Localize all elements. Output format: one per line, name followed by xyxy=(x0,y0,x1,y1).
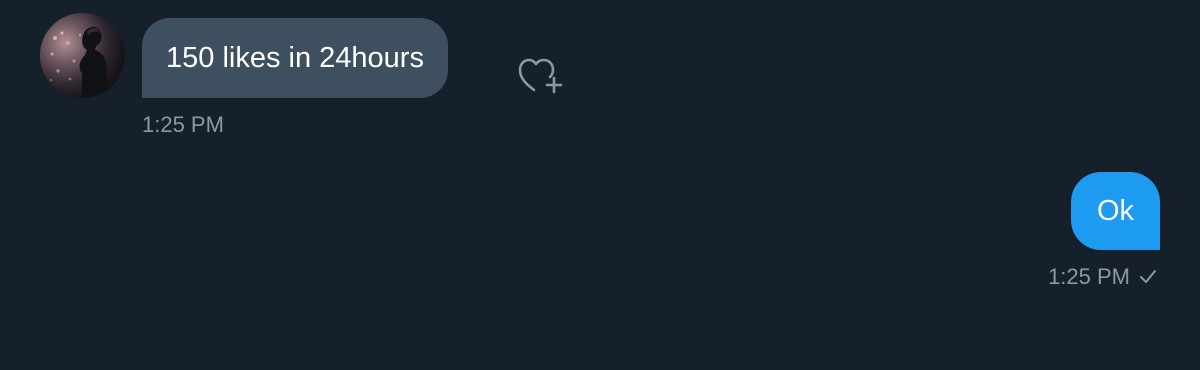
sent-message-meta: 1:25 PM xyxy=(1048,264,1158,290)
sent-message-time: 1:25 PM xyxy=(1048,264,1130,289)
sent-message-bubble[interactable]: Ok xyxy=(1070,172,1160,250)
received-message-bubble[interactable]: 150 likes in 24hours xyxy=(142,18,448,98)
avatar-image xyxy=(40,13,125,98)
received-message-text: 150 likes in 24hours xyxy=(166,41,424,74)
avatar[interactable] xyxy=(40,13,125,98)
check-icon xyxy=(1138,267,1158,287)
received-message-time: 1:25 PM xyxy=(142,112,224,137)
add-reaction-button[interactable] xyxy=(516,55,566,97)
sent-message-text: Ok xyxy=(1096,194,1134,227)
heart-plus-icon xyxy=(518,58,563,94)
